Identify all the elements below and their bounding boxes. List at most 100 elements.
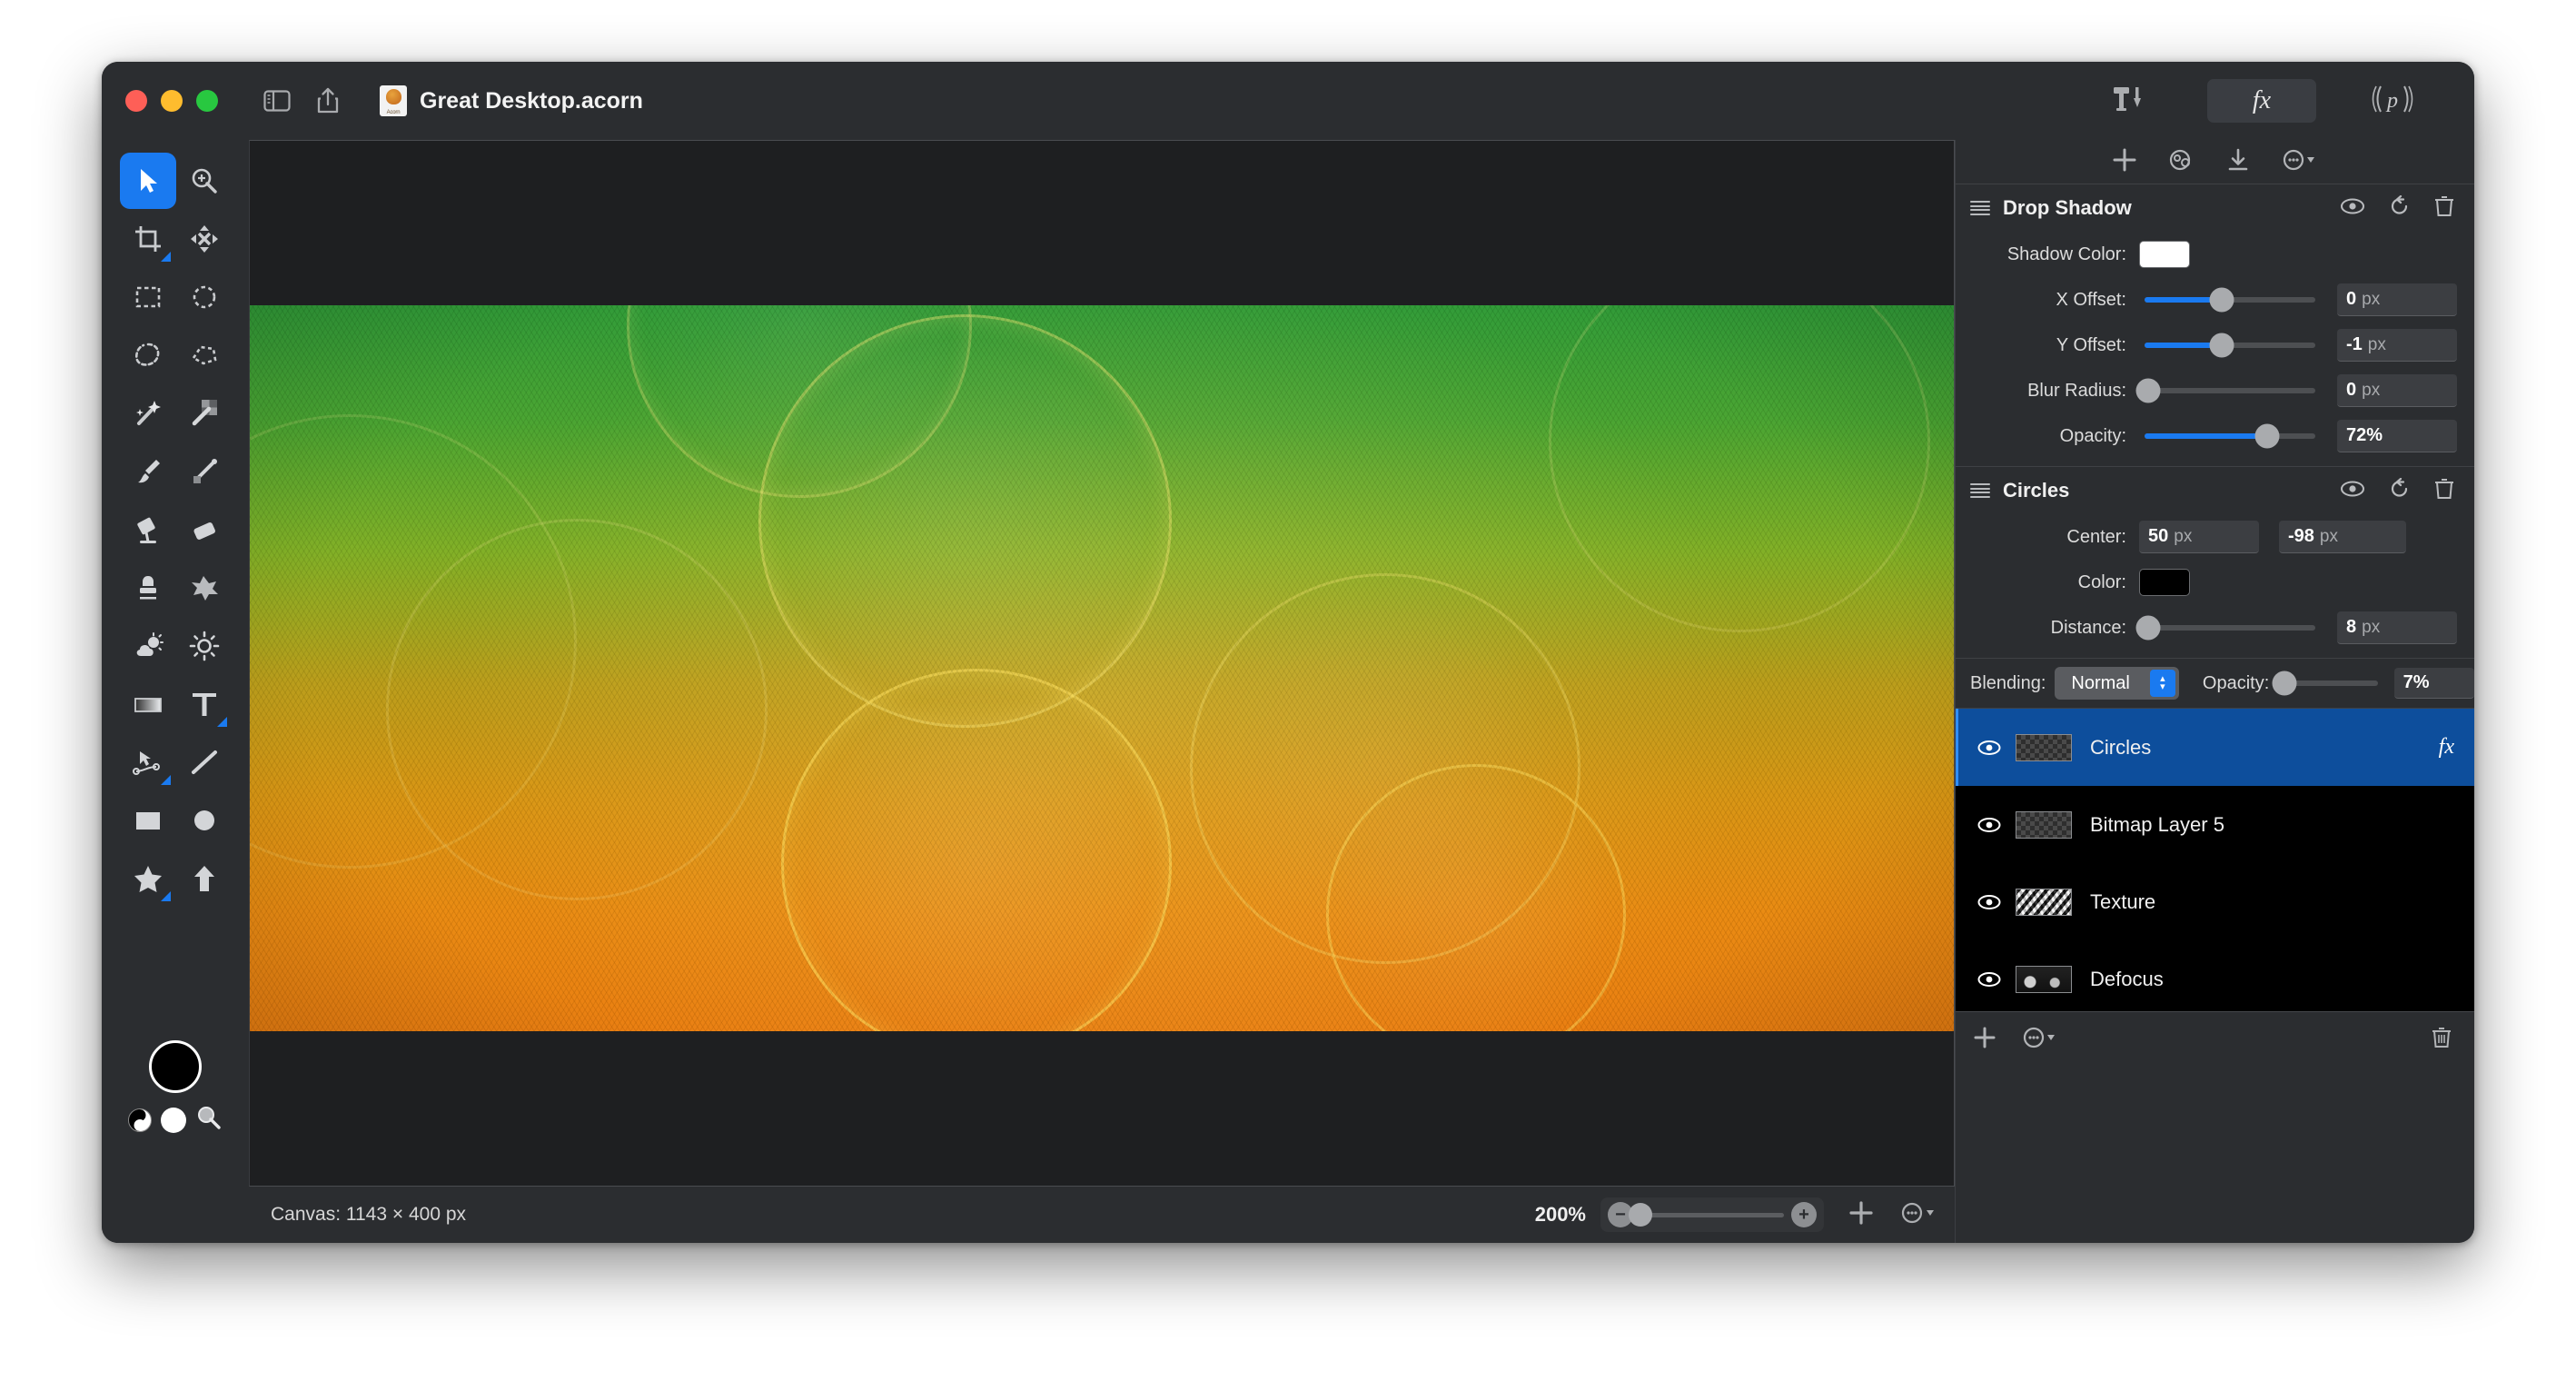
center-x-field[interactable]: 50 px xyxy=(2139,521,2259,553)
filter-presets-icon[interactable] xyxy=(2168,147,2195,177)
close-button[interactable] xyxy=(125,90,147,112)
delete-icon[interactable] xyxy=(2434,195,2454,222)
tool-rect-select[interactable] xyxy=(120,269,176,325)
zoom-slider-track[interactable] xyxy=(1629,1203,1784,1227)
zoom-button[interactable] xyxy=(196,90,218,112)
tool-polygon-lasso[interactable] xyxy=(176,327,233,383)
layer-row[interactable]: Texture xyxy=(1956,863,2474,940)
layer-thumbnail xyxy=(2016,965,2072,993)
more-options-icon[interactable] xyxy=(2281,147,2319,177)
tool-zoom[interactable] xyxy=(176,153,233,209)
visibility-eye-icon[interactable] xyxy=(1976,894,2003,910)
tool-instant-alpha[interactable] xyxy=(176,385,233,442)
fx-button[interactable]: fx xyxy=(2207,79,2316,123)
shadow-color-swatch[interactable] xyxy=(2139,241,2190,268)
layer-options-icon[interactable] xyxy=(2021,1025,2059,1055)
tool-clone-stamp[interactable] xyxy=(120,560,176,616)
background-color-swatch[interactable] xyxy=(161,1107,186,1133)
artboard[interactable] xyxy=(250,305,1954,1031)
acorn-document-icon: Acorn xyxy=(380,85,407,116)
y-offset-field[interactable]: -1 px xyxy=(2337,329,2457,362)
add-icon[interactable] xyxy=(1848,1199,1875,1231)
visibility-eye-icon[interactable] xyxy=(1976,740,2003,756)
x-offset-field[interactable]: 0 px xyxy=(2337,283,2457,316)
delete-icon[interactable] xyxy=(2434,478,2454,504)
x-offset-slider[interactable] xyxy=(2145,287,2315,313)
visibility-eye-icon[interactable] xyxy=(2340,480,2365,502)
y-offset-slider[interactable] xyxy=(2145,333,2315,358)
layers-list[interactable]: Circles fx Bitmap Layer 5 Texture Defocu… xyxy=(1956,709,2474,1068)
zoom-controls: 200% − + xyxy=(1535,1197,1955,1232)
effect-header[interactable]: Circles xyxy=(1956,467,2474,514)
inspector-panel: Drop Shadow Shadow Color: X Offset: 0 px… xyxy=(1955,140,2474,1243)
tool-ellipse-select[interactable] xyxy=(176,269,233,325)
tool-paint-bucket[interactable] xyxy=(120,502,176,558)
zoom-in-icon[interactable]: + xyxy=(1791,1202,1817,1227)
add-effect-icon[interactable] xyxy=(2112,147,2137,177)
more-options-icon[interactable] xyxy=(1898,1199,1938,1231)
blending-label: Blending: xyxy=(1970,672,2046,693)
tool-pencil[interactable] xyxy=(176,443,233,500)
shadow-opacity-slider[interactable] xyxy=(2145,423,2315,449)
tool-eraser[interactable] xyxy=(176,502,233,558)
layer-opacity-field[interactable]: 7% xyxy=(2393,668,2474,699)
layer-row[interactable]: Bitmap Layer 5 xyxy=(1956,786,2474,863)
layer-opacity-slider[interactable] xyxy=(2272,671,2378,696)
center-y-field[interactable]: -98 px xyxy=(2279,521,2406,553)
zoom-level-label: 200% xyxy=(1534,1203,1586,1226)
tool-move[interactable] xyxy=(120,153,176,209)
download-icon[interactable] xyxy=(2226,147,2250,177)
visibility-eye-icon[interactable] xyxy=(2340,197,2365,220)
field-value: 72% xyxy=(2346,425,2383,445)
row-blur-radius: Blur Radius: 0 px xyxy=(1956,368,2474,413)
color-picker-loupe-icon[interactable] xyxy=(195,1104,223,1136)
tool-dodge-burn[interactable] xyxy=(120,618,176,674)
tool-smudge[interactable] xyxy=(176,560,233,616)
tool-brightness[interactable] xyxy=(176,618,233,674)
canvas-area[interactable] xyxy=(249,140,1955,1187)
tool-arrow-shape[interactable] xyxy=(176,850,233,907)
row-label: Blur Radius: xyxy=(2027,380,2126,401)
tool-line[interactable] xyxy=(176,734,233,790)
blur-radius-slider[interactable] xyxy=(2135,378,2315,403)
zoom-slider-thumb[interactable] xyxy=(1629,1203,1652,1227)
add-layer-icon[interactable] xyxy=(1972,1025,1997,1055)
distance-field[interactable]: 8 px xyxy=(2337,611,2457,644)
tool-lasso[interactable] xyxy=(120,327,176,383)
tool-gradient[interactable] xyxy=(120,676,176,732)
minimize-button[interactable] xyxy=(161,90,183,112)
effect-header[interactable]: Drop Shadow xyxy=(1956,184,2474,232)
blending-mode-select[interactable]: Normal ▴ ▾ xyxy=(2055,667,2179,700)
distance-slider[interactable] xyxy=(2135,615,2315,641)
tool-bezier[interactable] xyxy=(120,734,176,790)
layer-row[interactable]: Circles fx xyxy=(1956,709,2474,786)
presets-icon[interactable]: p xyxy=(2367,83,2418,120)
layer-row[interactable]: Defocus xyxy=(1956,940,2474,1018)
layer-fx-badge[interactable]: fx xyxy=(2439,735,2454,760)
tool-crop[interactable] xyxy=(120,211,176,267)
reset-icon[interactable] xyxy=(2389,477,2411,504)
tool-transform[interactable] xyxy=(176,211,233,267)
tool-brush[interactable] xyxy=(120,443,176,500)
tool-magic-wand[interactable] xyxy=(120,385,176,442)
hammer-and-pen-icon[interactable] xyxy=(2109,83,2149,120)
tool-text[interactable] xyxy=(176,676,233,732)
visibility-eye-icon[interactable] xyxy=(1976,971,2003,988)
delete-layer-icon[interactable] xyxy=(2431,1026,2452,1054)
blur-radius-field[interactable]: 0 px xyxy=(2337,374,2457,407)
share-icon[interactable] xyxy=(316,87,340,114)
drag-grip-icon[interactable] xyxy=(1970,483,1990,498)
tool-ellipse[interactable] xyxy=(176,792,233,849)
tool-star[interactable] xyxy=(120,850,176,907)
sidebar-toggle-icon[interactable] xyxy=(263,89,291,113)
circles-color-swatch[interactable] xyxy=(2139,569,2190,596)
reset-icon[interactable] xyxy=(2389,194,2411,222)
drag-grip-icon[interactable] xyxy=(1970,201,1990,215)
zoom-slider[interactable]: − + xyxy=(1600,1197,1824,1232)
swap-colors-icon[interactable] xyxy=(128,1108,152,1132)
chevron-updown-icon[interactable]: ▴ ▾ xyxy=(2149,670,2175,697)
shadow-opacity-field[interactable]: 72% xyxy=(2337,420,2457,452)
foreground-color-swatch[interactable] xyxy=(149,1040,202,1093)
visibility-eye-icon[interactable] xyxy=(1976,817,2003,833)
tool-rectangle[interactable] xyxy=(120,792,176,849)
